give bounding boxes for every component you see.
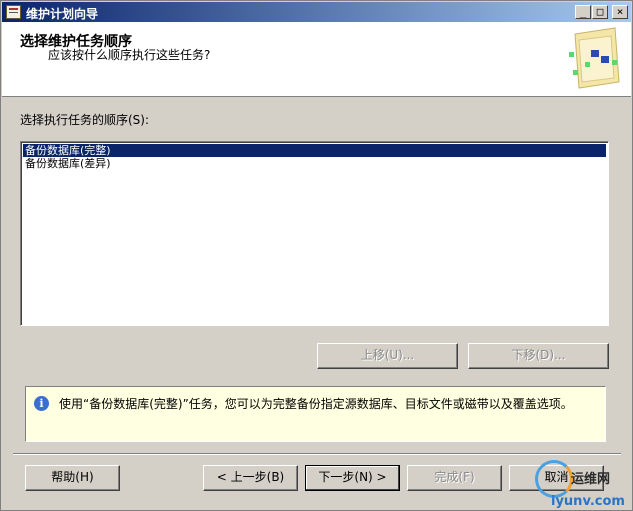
watermark-brand: 运维网 xyxy=(571,472,611,487)
window-title: 维护计划向导 xyxy=(26,7,99,21)
finish-button[interactable]: 完成(F) xyxy=(407,465,502,491)
wizard-window: 维护计划向导 _ □ × 选择维护任务顺序 应该按什么顺序执行这些任务? 选择执… xyxy=(0,0,633,511)
watermark-logo: 运维网 iyunv.com xyxy=(529,456,632,510)
maintenance-plan-icon xyxy=(6,5,21,19)
back-button[interactable]: < 上一步(B) xyxy=(203,465,298,491)
move-up-button[interactable]: 上移(U)... xyxy=(317,343,458,369)
watermark-ring-icon xyxy=(535,460,573,498)
close-button[interactable]: × xyxy=(612,5,628,19)
wizard-header: 选择维护任务顺序 应该按什么顺序执行这些任务? xyxy=(2,22,631,97)
maximize-button[interactable]: □ xyxy=(592,5,608,19)
list-item[interactable]: 备份数据库(差异) xyxy=(23,157,111,170)
task-description-text: 使用“备份数据库(完整)”任务，您可以为完整备份指定源数据库、目标文件或磁带以及… xyxy=(59,397,573,411)
footer-divider xyxy=(13,453,621,455)
help-button[interactable]: 帮助(H) xyxy=(25,465,120,491)
watermark-url: iyunv.com xyxy=(551,494,625,509)
list-item[interactable]: 备份数据库(完整) xyxy=(23,144,606,157)
next-button[interactable]: 下一步(N) > xyxy=(305,465,400,491)
move-down-button[interactable]: 下移(D)... xyxy=(468,343,609,369)
task-order-label: 选择执行任务的顺序(S): xyxy=(20,113,150,127)
task-description-box: i 使用“备份数据库(完整)”任务，您可以为完整备份指定源数据库、目标文件或磁带… xyxy=(25,386,606,442)
title-bar[interactable]: 维护计划向导 _ □ × xyxy=(2,2,631,22)
page-subtitle: 应该按什么顺序执行这些任务? xyxy=(48,48,211,62)
info-icon: i xyxy=(34,396,49,411)
wizard-graphic-icon xyxy=(569,27,620,89)
task-order-list[interactable]: 备份数据库(完整) 备份数据库(差异) xyxy=(20,141,609,326)
minimize-button[interactable]: _ xyxy=(575,5,591,19)
